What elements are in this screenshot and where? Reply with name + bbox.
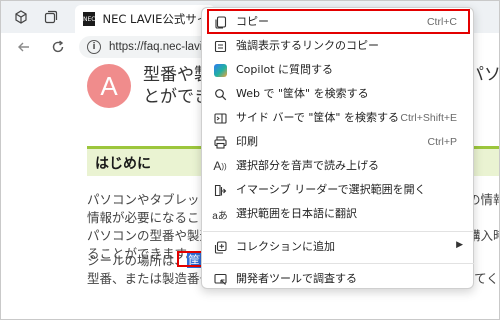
menu-item-label: イマーシブ リーダーで選択範囲を開く bbox=[236, 183, 426, 196]
search-icon bbox=[212, 86, 228, 102]
context-menu: コピー Ctrl+C 強調表示するリンクのコピー Copilot に質問する W… bbox=[201, 7, 474, 289]
workspaces-icon[interactable] bbox=[11, 7, 31, 27]
print-icon bbox=[212, 134, 228, 150]
menu-item-search-sidebar[interactable]: サイド バーで "筐体" を検索する Ctrl+Shift+E bbox=[202, 106, 475, 130]
refresh-icon[interactable] bbox=[49, 38, 67, 56]
menu-item-shortcut: Ctrl+Shift+E bbox=[400, 112, 457, 124]
menu-item-read-aloud[interactable]: A)) 選択部分を音声で読み上げる bbox=[202, 154, 475, 178]
link-copy-icon bbox=[212, 38, 228, 54]
browser-tab[interactable]: NEC NEC LAVIE公式サイト » bbox=[75, 5, 215, 33]
menu-item-label: サイド バーで "筐体" を検索する bbox=[236, 111, 399, 124]
collections-icon bbox=[212, 239, 228, 255]
para-line-1: パソコンやタブレット bbox=[87, 192, 213, 207]
menu-item-add-to-collections[interactable]: コレクションに追加 ▶ bbox=[202, 235, 475, 259]
menu-item-label: 選択部分を音声で読み上げる bbox=[236, 159, 379, 172]
menu-item-shortcut: Ctrl+C bbox=[426, 16, 457, 28]
para-line-3: パソコンの型番や製造 bbox=[87, 228, 213, 243]
menu-item-shortcut: Ctrl+P bbox=[427, 136, 457, 148]
menu-item-inspect[interactable]: 開発者ツールで調査する bbox=[202, 267, 475, 291]
copilot-icon bbox=[212, 62, 228, 78]
menu-item-copy-link-to-highlight[interactable]: 強調表示するリンクのコピー bbox=[202, 34, 475, 58]
back-icon[interactable] bbox=[15, 38, 33, 56]
tab-actions-icon[interactable] bbox=[41, 7, 61, 27]
section-heading: はじめに bbox=[95, 155, 151, 172]
para-line-2: 情報が必要になること bbox=[87, 210, 213, 225]
menu-separator bbox=[203, 231, 474, 232]
submenu-arrow-icon: ▶ bbox=[456, 240, 463, 250]
menu-item-label: 強調表示するリンクのコピー bbox=[236, 39, 379, 52]
site-info-icon[interactable]: i bbox=[87, 40, 101, 54]
menu-item-label: Web で "筐体" を検索する bbox=[236, 87, 369, 100]
menu-item-label: コピー bbox=[236, 15, 269, 28]
menu-item-translate[interactable]: aあ 選択範囲を日本語に翻訳 bbox=[202, 202, 475, 226]
menu-item-copy[interactable]: コピー Ctrl+C bbox=[202, 10, 475, 34]
menu-item-print[interactable]: 印刷 Ctrl+P bbox=[202, 130, 475, 154]
copy-icon bbox=[212, 14, 228, 30]
menu-item-label: コレクションに追加 bbox=[236, 240, 335, 253]
devtools-icon bbox=[212, 271, 228, 287]
url-field[interactable]: i https://faq.nec-lavie bbox=[79, 36, 219, 58]
para2-prefix: シールの場所は、 bbox=[87, 253, 188, 268]
site-favicon: NEC bbox=[83, 12, 96, 26]
tab-title: NEC LAVIE公式サイト » bbox=[102, 12, 215, 26]
browser-window: NEC NEC LAVIE公式サイト » i https://faq.nec-l… bbox=[0, 0, 500, 320]
immersive-reader-icon bbox=[212, 182, 228, 198]
url-text: https://faq.nec-lavie bbox=[109, 41, 209, 53]
question-avatar: A bbox=[87, 64, 131, 108]
menu-item-label: Copilot に質問する bbox=[236, 63, 334, 76]
menu-item-search-web[interactable]: Web で "筐体" を検索する bbox=[202, 82, 475, 106]
menu-item-label: 開発者ツールで調査する bbox=[236, 272, 357, 285]
read-aloud-icon: A)) bbox=[213, 159, 227, 173]
menu-item-label: 印刷 bbox=[236, 135, 258, 148]
menu-item-label: 選択範囲を日本語に翻訳 bbox=[236, 207, 357, 220]
menu-separator bbox=[203, 263, 474, 264]
menu-item-ask-copilot[interactable]: Copilot に質問する bbox=[202, 58, 475, 82]
sidebar-search-icon bbox=[212, 110, 228, 126]
menu-item-immersive-reader[interactable]: イマーシブ リーダーで選択範囲を開く bbox=[202, 178, 475, 202]
translate-icon: aあ bbox=[212, 210, 228, 222]
